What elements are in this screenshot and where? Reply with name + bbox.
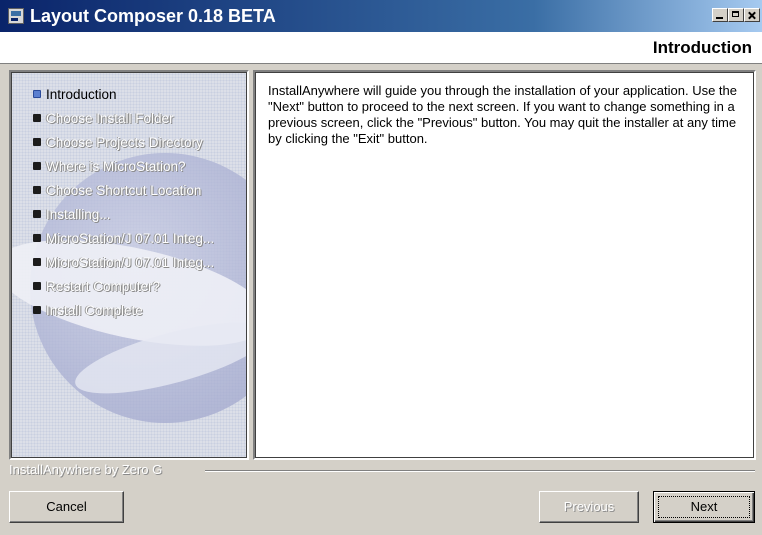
minimize-icon[interactable] <box>712 8 728 22</box>
step-label: Restart Computer? <box>46 279 161 294</box>
step-bullet-icon <box>33 210 41 218</box>
page-title: Introduction <box>652 38 752 57</box>
title-bar[interactable]: Layout Composer 0.18 BETA <box>0 0 762 32</box>
content-area: InstallAnywhere will guide you through t… <box>255 72 754 458</box>
step-label: MicroStation/J 07.01 Integ... <box>46 255 215 270</box>
step-item: MicroStation/J 07.01 Integ... <box>12 227 246 251</box>
brand-label: InstallAnywhere by Zero G <box>9 462 169 478</box>
cancel-button-label: Cancel <box>46 499 87 514</box>
step-header: Introduction <box>0 32 762 64</box>
cancel-button[interactable]: Cancel <box>9 491 124 523</box>
installer-window: Layout Composer 0.18 BETA Introduction I… <box>0 0 762 535</box>
steps-list: Introduction Choose Install Folder Choose … <box>12 83 246 323</box>
step-label: MicroStation/J 07.01 Integ... <box>46 231 215 246</box>
current-step-bullet-icon <box>33 90 41 98</box>
step-label: Installing... <box>46 207 111 222</box>
previous-button-label: Previous <box>563 499 615 514</box>
step-label: Choose Shortcut Location <box>46 183 202 198</box>
step-bullet-icon <box>33 282 41 290</box>
steps-panel: Introduction Choose Install Folder Choose … <box>9 70 249 460</box>
step-item: Install Complete <box>12 299 246 323</box>
window-title: Layout Composer 0.18 BETA <box>30 6 276 26</box>
step-item: MicroStation/J 07.01 Integ... <box>12 251 246 275</box>
step-bullet-icon <box>33 138 41 146</box>
step-bullet-icon <box>33 306 41 314</box>
step-item: Installing... <box>12 203 246 227</box>
step-label: Choose Install Folder <box>46 111 174 126</box>
step-item: Choose Projects Directory <box>12 131 246 155</box>
step-item: Choose Install Folder <box>12 107 246 131</box>
next-button-label: Next <box>690 499 718 514</box>
steps-background: Introduction Choose Install Folder Choose … <box>11 72 247 458</box>
step-bullet-icon <box>33 258 41 266</box>
step-bullet-icon <box>33 162 41 170</box>
step-label: Install Complete <box>46 303 143 318</box>
maximize-icon[interactable] <box>728 8 744 22</box>
step-label: Where is MicroStation? <box>46 159 186 174</box>
brand-row: InstallAnywhere by Zero G <box>9 462 759 478</box>
step-label: Choose Projects Directory <box>46 135 203 150</box>
step-item: Choose Shortcut Location <box>12 179 246 203</box>
step-item: Introduction <box>12 83 246 107</box>
brand-divider <box>205 470 755 472</box>
step-bullet-icon <box>33 114 41 122</box>
step-item: Where is MicroStation? <box>12 155 246 179</box>
installer-app-icon[interactable] <box>8 8 24 24</box>
content-panel: InstallAnywhere will guide you through t… <box>253 70 756 460</box>
next-button[interactable]: Next <box>653 491 755 523</box>
close-icon[interactable] <box>744 8 760 22</box>
previous-button[interactable]: Previous <box>539 491 639 523</box>
step-bullet-icon <box>33 234 41 242</box>
step-bullet-icon <box>33 186 41 194</box>
intro-text: InstallAnywhere will guide you through t… <box>268 83 737 146</box>
step-label: Introduction <box>46 87 117 102</box>
step-item: Restart Computer? <box>12 275 246 299</box>
